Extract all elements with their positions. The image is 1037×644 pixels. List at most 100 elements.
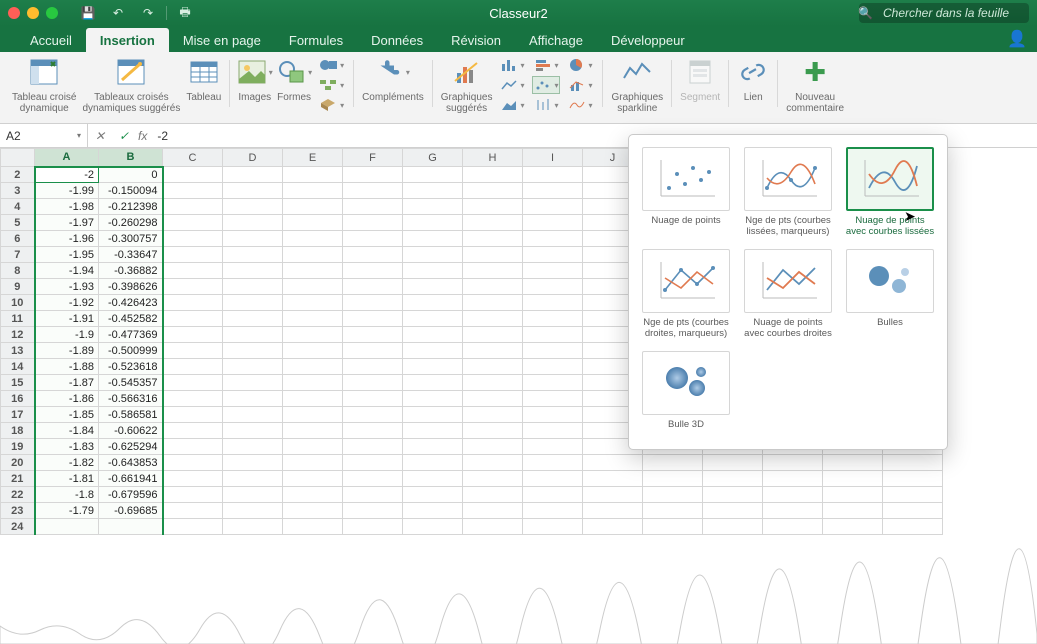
cell[interactable] [403, 423, 463, 439]
stock-chart-button[interactable]: ▾ [532, 96, 560, 114]
row-header[interactable]: 18 [1, 423, 35, 439]
column-header-D[interactable]: D [223, 149, 283, 167]
cell[interactable] [283, 295, 343, 311]
cell[interactable] [343, 503, 403, 519]
column-header-G[interactable]: G [403, 149, 463, 167]
cell[interactable] [463, 215, 523, 231]
column-header-E[interactable]: E [283, 149, 343, 167]
column-header-A[interactable]: A [35, 149, 99, 167]
line-chart-button[interactable]: ▾ [498, 76, 526, 94]
cell[interactable] [343, 439, 403, 455]
cell[interactable] [463, 407, 523, 423]
cell[interactable] [883, 487, 943, 503]
cell[interactable] [883, 455, 943, 471]
cell[interactable] [583, 471, 643, 487]
cell[interactable] [703, 471, 763, 487]
cell[interactable] [223, 183, 283, 199]
cell[interactable] [523, 215, 583, 231]
cell[interactable]: -0.36882 [99, 263, 163, 279]
cell[interactable] [403, 279, 463, 295]
cell[interactable] [163, 231, 223, 247]
cell[interactable] [343, 263, 403, 279]
tab-affichage[interactable]: Affichage [515, 28, 597, 52]
cell[interactable] [883, 503, 943, 519]
row-header[interactable]: 23 [1, 503, 35, 519]
cell[interactable] [163, 279, 223, 295]
cell[interactable] [403, 167, 463, 183]
cell[interactable] [463, 343, 523, 359]
cell[interactable] [823, 487, 883, 503]
cell[interactable] [643, 471, 703, 487]
cell[interactable] [283, 487, 343, 503]
row-header[interactable]: 8 [1, 263, 35, 279]
cell[interactable] [523, 199, 583, 215]
cell[interactable]: -0.625294 [99, 439, 163, 455]
cell[interactable]: -0.33647 [99, 247, 163, 263]
cell[interactable]: -1.85 [35, 407, 99, 423]
cell[interactable]: -0.477369 [99, 327, 163, 343]
chart-option-scatter-smooth[interactable]: Nuage de points avec courbes lissées [843, 145, 937, 239]
cell[interactable] [523, 439, 583, 455]
cell[interactable] [163, 455, 223, 471]
cell[interactable] [283, 439, 343, 455]
shapes-button[interactable]: ▾ Formes [277, 56, 311, 103]
cell[interactable]: -0.545357 [99, 375, 163, 391]
cell[interactable] [283, 215, 343, 231]
pie-chart-button[interactable]: ▾ [566, 56, 594, 74]
cell[interactable] [823, 471, 883, 487]
accept-formula-button[interactable]: ✓ [112, 129, 136, 143]
cell[interactable] [223, 231, 283, 247]
cell[interactable] [463, 279, 523, 295]
cell[interactable] [223, 311, 283, 327]
cell[interactable] [223, 199, 283, 215]
tab-accueil[interactable]: Accueil [16, 28, 86, 52]
cell[interactable]: -0.260298 [99, 215, 163, 231]
zoom-icon[interactable] [46, 7, 58, 19]
cell[interactable]: -1.99 [35, 183, 99, 199]
cell[interactable] [283, 247, 343, 263]
column-header-H[interactable]: H [463, 149, 523, 167]
cell[interactable]: -1.89 [35, 343, 99, 359]
cell[interactable] [523, 295, 583, 311]
cell[interactable] [463, 455, 523, 471]
cell[interactable] [643, 487, 703, 503]
cell[interactable] [523, 423, 583, 439]
cell[interactable]: -0.643853 [99, 455, 163, 471]
tab-donnees[interactable]: Données [357, 28, 437, 52]
cell[interactable]: -0.679596 [99, 487, 163, 503]
row-header[interactable]: 9 [1, 279, 35, 295]
cell[interactable] [403, 487, 463, 503]
cell[interactable] [403, 407, 463, 423]
row-header[interactable]: 11 [1, 311, 35, 327]
cell[interactable] [163, 311, 223, 327]
cell[interactable] [463, 359, 523, 375]
cell[interactable]: -0.150094 [99, 183, 163, 199]
comment-button[interactable]: ✚ Nouveau commentaire [786, 56, 844, 114]
smartart-button[interactable]: ▾ [317, 76, 345, 94]
cell[interactable]: -1.9 [35, 327, 99, 343]
cell[interactable]: -0.398626 [99, 279, 163, 295]
cell[interactable] [223, 487, 283, 503]
cell[interactable] [463, 199, 523, 215]
cell[interactable] [223, 263, 283, 279]
cell[interactable] [523, 183, 583, 199]
cell[interactable] [283, 503, 343, 519]
cell[interactable] [163, 295, 223, 311]
cell[interactable] [223, 215, 283, 231]
cell[interactable] [463, 487, 523, 503]
cell[interactable] [283, 231, 343, 247]
cell[interactable] [763, 487, 823, 503]
cell[interactable]: -0.300757 [99, 231, 163, 247]
addins-button[interactable]: ▾ Compléments [362, 56, 424, 103]
cell[interactable] [343, 279, 403, 295]
cell[interactable] [763, 471, 823, 487]
cell[interactable] [343, 167, 403, 183]
cell[interactable] [223, 247, 283, 263]
cell[interactable] [163, 343, 223, 359]
cell[interactable] [283, 375, 343, 391]
cell[interactable] [523, 311, 583, 327]
cell[interactable] [523, 231, 583, 247]
cell[interactable] [583, 487, 643, 503]
cell[interactable]: -0.586581 [99, 407, 163, 423]
sparkline-button[interactable]: Graphiques sparkline [611, 56, 663, 114]
